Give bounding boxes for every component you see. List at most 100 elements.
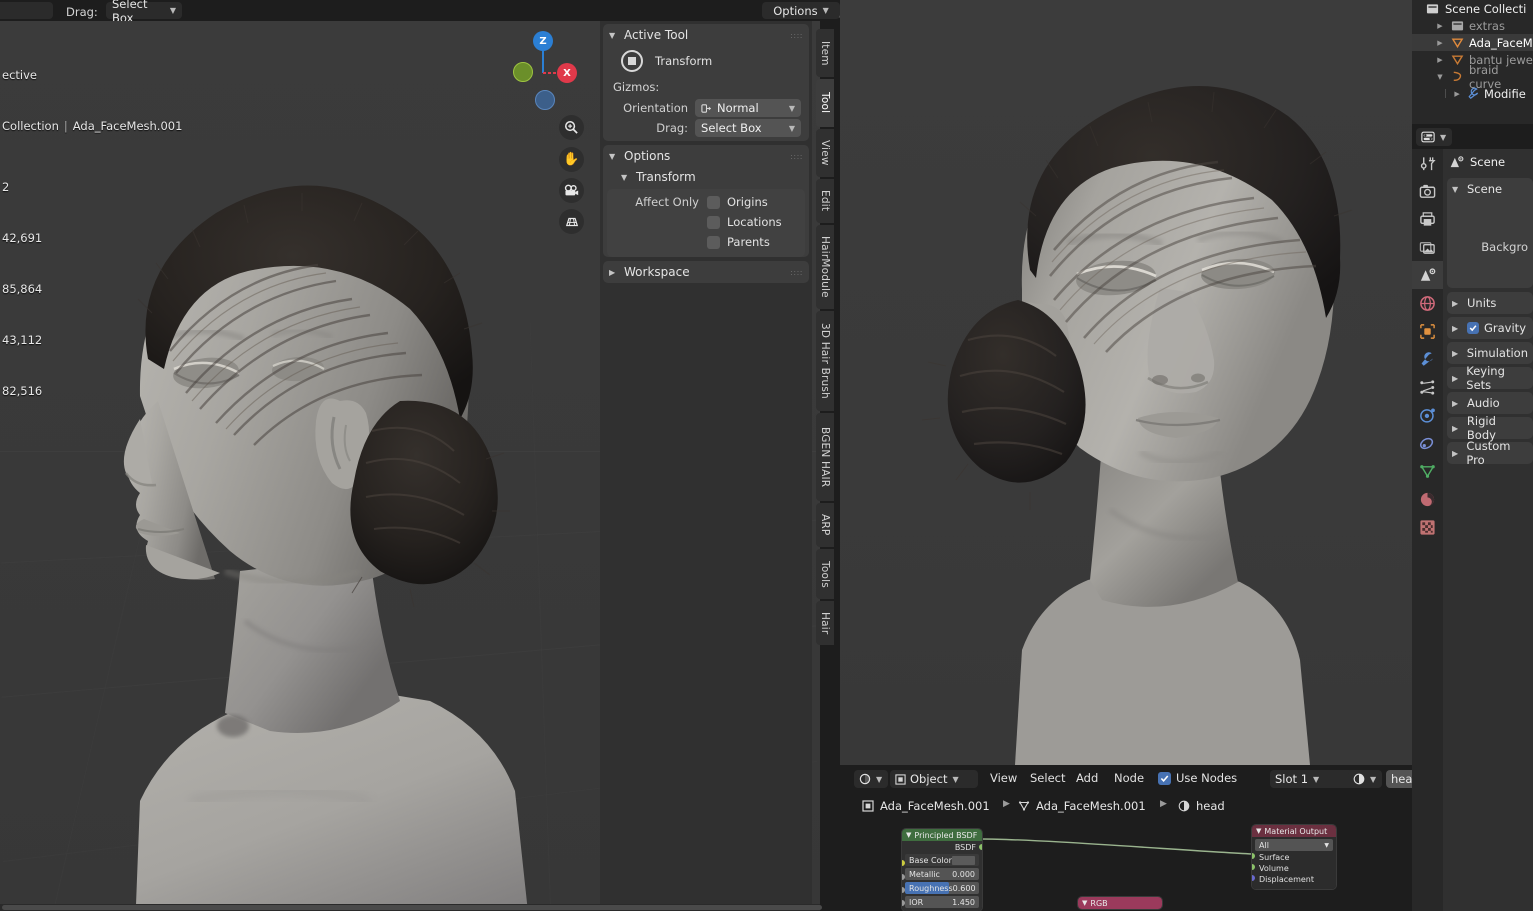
chevron-right-icon[interactable]: ▶ [1434,39,1446,47]
tab-tool[interactable] [1412,149,1443,177]
section-rigid-body-world[interactable]: ▶ Rigid Body [1447,414,1533,442]
tab-render[interactable] [1412,177,1443,205]
section-units[interactable]: ▶ Units [1447,292,1533,314]
menu-view[interactable]: View [990,771,1017,785]
node-row-roughness[interactable]: Roughness 0.600 [905,882,979,894]
parents-checkbox[interactable] [707,235,720,249]
3d-viewport-secondary[interactable] [840,0,1412,765]
chevron-right-icon[interactable]: ▶ [1434,22,1446,30]
orientation-dropdown[interactable]: mal ▼ [0,2,53,19]
gizmo-axis-x[interactable]: X [557,63,577,83]
tab-scene[interactable] [1412,261,1443,289]
menu-node[interactable]: Node [1114,771,1144,785]
pan-hand-icon[interactable]: ✋ [559,147,584,172]
node-rgb[interactable]: ▼ RGB [1078,897,1162,909]
scene-cone-icon [1420,267,1436,281]
tab-object[interactable] [1412,317,1443,345]
tab-view-layer[interactable] [1412,233,1443,261]
node-input-surface[interactable]: Surface [1255,853,1333,864]
breadcrumb-mesh[interactable]: Ada_FaceMesh.001 [1018,799,1146,813]
transform-subpanel-header[interactable]: ▼ Transform [603,167,809,187]
gizmo-axis-neg-z[interactable] [535,90,555,110]
sidebar-item-arp[interactable]: ARP [816,503,834,547]
section-audio[interactable]: ▶ Audio [1447,392,1533,414]
chevron-down-icon[interactable]: ▼ [1434,73,1446,81]
active-tool-row[interactable]: Transform [603,46,809,80]
viewport-horizontal-scrollbar[interactable] [0,904,822,911]
node-output-bsdf[interactable]: BSDF [905,843,979,854]
tab-data[interactable] [1412,457,1443,485]
chevron-right-icon[interactable]: ▶ [1434,56,1446,64]
sidebar-item-view[interactable]: View [816,129,834,177]
outliner-editor[interactable]: Scene Collecti ▶ extras ▶ Ada_FaceM ▶ ba… [1412,0,1533,124]
section-custom-properties[interactable]: ▶ Custom Pro [1447,439,1533,467]
node-input-displacement[interactable]: Displacement [1255,875,1333,886]
outliner-item-modifiers[interactable]: | ▶ Modifie [1412,85,1533,102]
section-gravity[interactable]: ▶ Gravity [1447,317,1533,339]
tab-texture[interactable] [1412,513,1443,541]
base-color-swatch[interactable] [951,855,975,865]
section-keying-sets[interactable]: ▶ Keying Sets [1447,364,1533,392]
gizmo-axis-y[interactable] [513,62,533,82]
node-target-dropdown[interactable]: All ▼ [1255,839,1333,851]
shader-type-dropdown[interactable]: Object ▼ [890,770,978,788]
outliner-item-braid-curve[interactable]: ▼ braid curve [1412,63,1533,91]
zoom-icon[interactable] [559,115,584,140]
node-header[interactable]: ▼ Principled BSDF [902,829,982,841]
node-material-output[interactable]: ▼ Material Output All ▼ Surface Volume D… [1252,825,1336,889]
section-simulation[interactable]: ▶ Simulation [1447,342,1533,364]
sidebar-item-item[interactable]: Item [816,29,834,77]
gravity-checkbox[interactable] [1467,322,1479,334]
menu-add[interactable]: Add [1076,771,1098,785]
gizmo-axis-z[interactable]: Z [533,31,553,51]
use-nodes-toggle[interactable]: Use Nodes [1158,771,1237,785]
use-nodes-checkbox[interactable] [1158,771,1171,785]
tab-modifiers[interactable] [1412,345,1443,373]
workspace-panel-header[interactable]: ▶ Workspace :::: [603,261,809,283]
drag-dropdown[interactable]: Select Box ▼ [106,0,182,25]
node-input-volume[interactable]: Volume [1255,864,1333,875]
breadcrumb-object[interactable]: Ada_FaceMesh.001 [862,799,990,813]
outliner-root-row[interactable]: Scene Collecti [1412,0,1533,17]
sidebar-item-hair[interactable]: Hair [816,601,834,645]
chevron-right-icon[interactable]: ▶ [1451,90,1463,98]
origins-checkbox[interactable] [707,195,720,209]
node-principled-bsdf[interactable]: ▼ Principled BSDF BSDF Base Color Metall… [902,829,982,911]
options-dropdown[interactable]: Options ▼ [762,2,840,19]
tab-world[interactable] [1412,289,1443,317]
active-tool-header[interactable]: ▼ Active Tool :::: [603,24,809,46]
sidebar-item-3d-hair-brush[interactable]: 3D Hair Brush [816,311,834,411]
camera-view-icon[interactable] [559,178,584,203]
editor-type-dropdown[interactable]: ▼ [854,770,888,788]
tab-physics[interactable] [1412,401,1443,429]
outliner-item-ada-facemesh[interactable]: ▶ Ada_FaceM [1412,34,1533,51]
material-browse-dropdown[interactable]: ▼ [1348,770,1382,788]
properties-editor-type-dropdown[interactable]: ▼ [1416,128,1452,146]
tab-particles[interactable] [1412,373,1443,401]
tab-material[interactable] [1412,485,1443,513]
node-row-ior[interactable]: IOR 1.450 [905,896,979,908]
outliner-item-extras[interactable]: ▶ extras [1412,17,1533,34]
tab-constraints[interactable] [1412,429,1443,457]
options-panel-header[interactable]: ▼ Options :::: [603,145,809,167]
ortho-persp-icon[interactable] [559,209,584,234]
sidebar-item-bgen-hair[interactable]: BGEN HAIR [816,413,834,501]
node-row-base-color[interactable]: Base Color [905,854,979,866]
menu-select[interactable]: Select [1030,771,1065,785]
breadcrumb-material[interactable]: head [1178,799,1225,813]
node-canvas[interactable]: ▼ Principled BSDF BSDF Base Color Metall… [840,821,1412,911]
node-header[interactable]: ▼ RGB [1078,897,1162,909]
locations-checkbox[interactable] [707,215,720,229]
scene-panel-header[interactable]: ▼ Scene [1452,178,1528,200]
tab-output[interactable] [1412,205,1443,233]
sidebar-item-edit[interactable]: Edit [816,179,834,223]
drag-dropdown-sidebar[interactable]: Select Box ▼ [695,119,801,137]
sidebar-item-tools[interactable]: Tools [816,549,834,599]
node-row-metallic[interactable]: Metallic 0.000 [905,868,979,880]
node-header[interactable]: ▼ Material Output [1252,825,1336,837]
sidebar-item-hairmodule[interactable]: HairModule [816,225,834,309]
orientation-dropdown-sidebar[interactable]: Normal ▼ [695,99,801,117]
sidebar-item-tool[interactable]: Tool [816,79,834,127]
navigation-gizmo[interactable]: Z X [505,21,595,131]
socket-bsdf-out[interactable] [979,844,982,850]
